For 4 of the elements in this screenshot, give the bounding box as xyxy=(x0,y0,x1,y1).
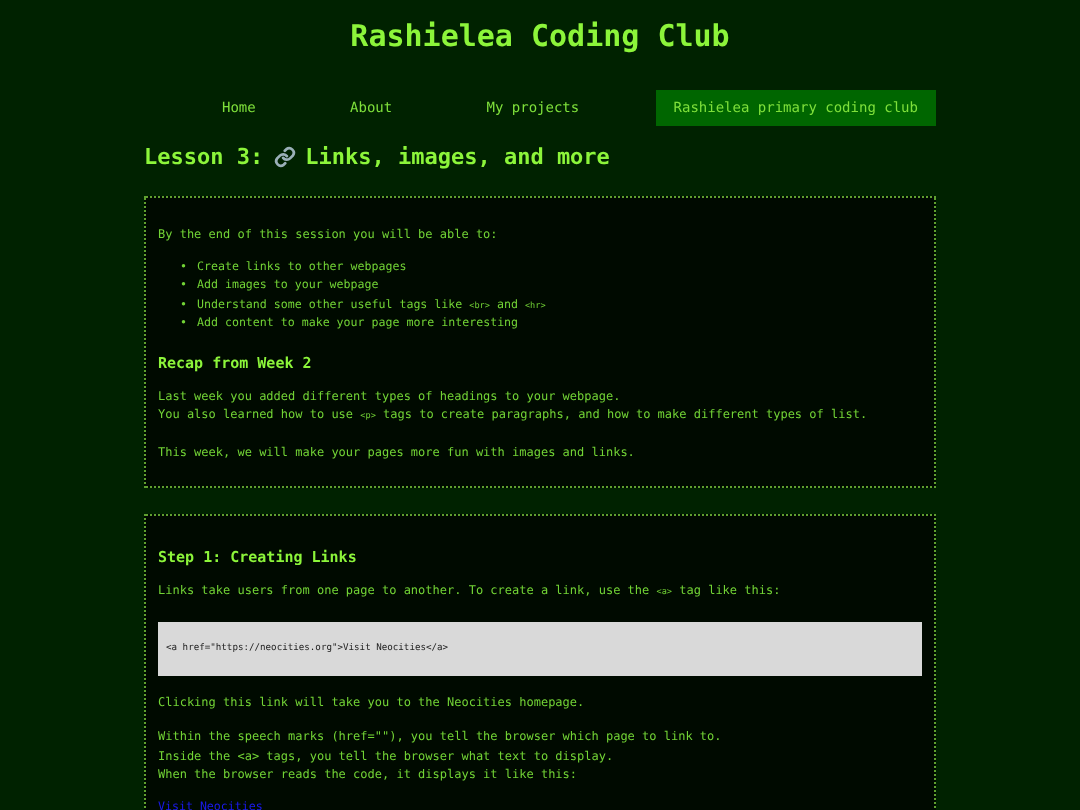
lesson-title: Links, images, and more xyxy=(305,144,610,170)
site-title: Rashielea Coding Club xyxy=(350,16,730,56)
link-icon xyxy=(273,146,296,168)
lesson-title: Lesson 3: xyxy=(144,144,264,170)
